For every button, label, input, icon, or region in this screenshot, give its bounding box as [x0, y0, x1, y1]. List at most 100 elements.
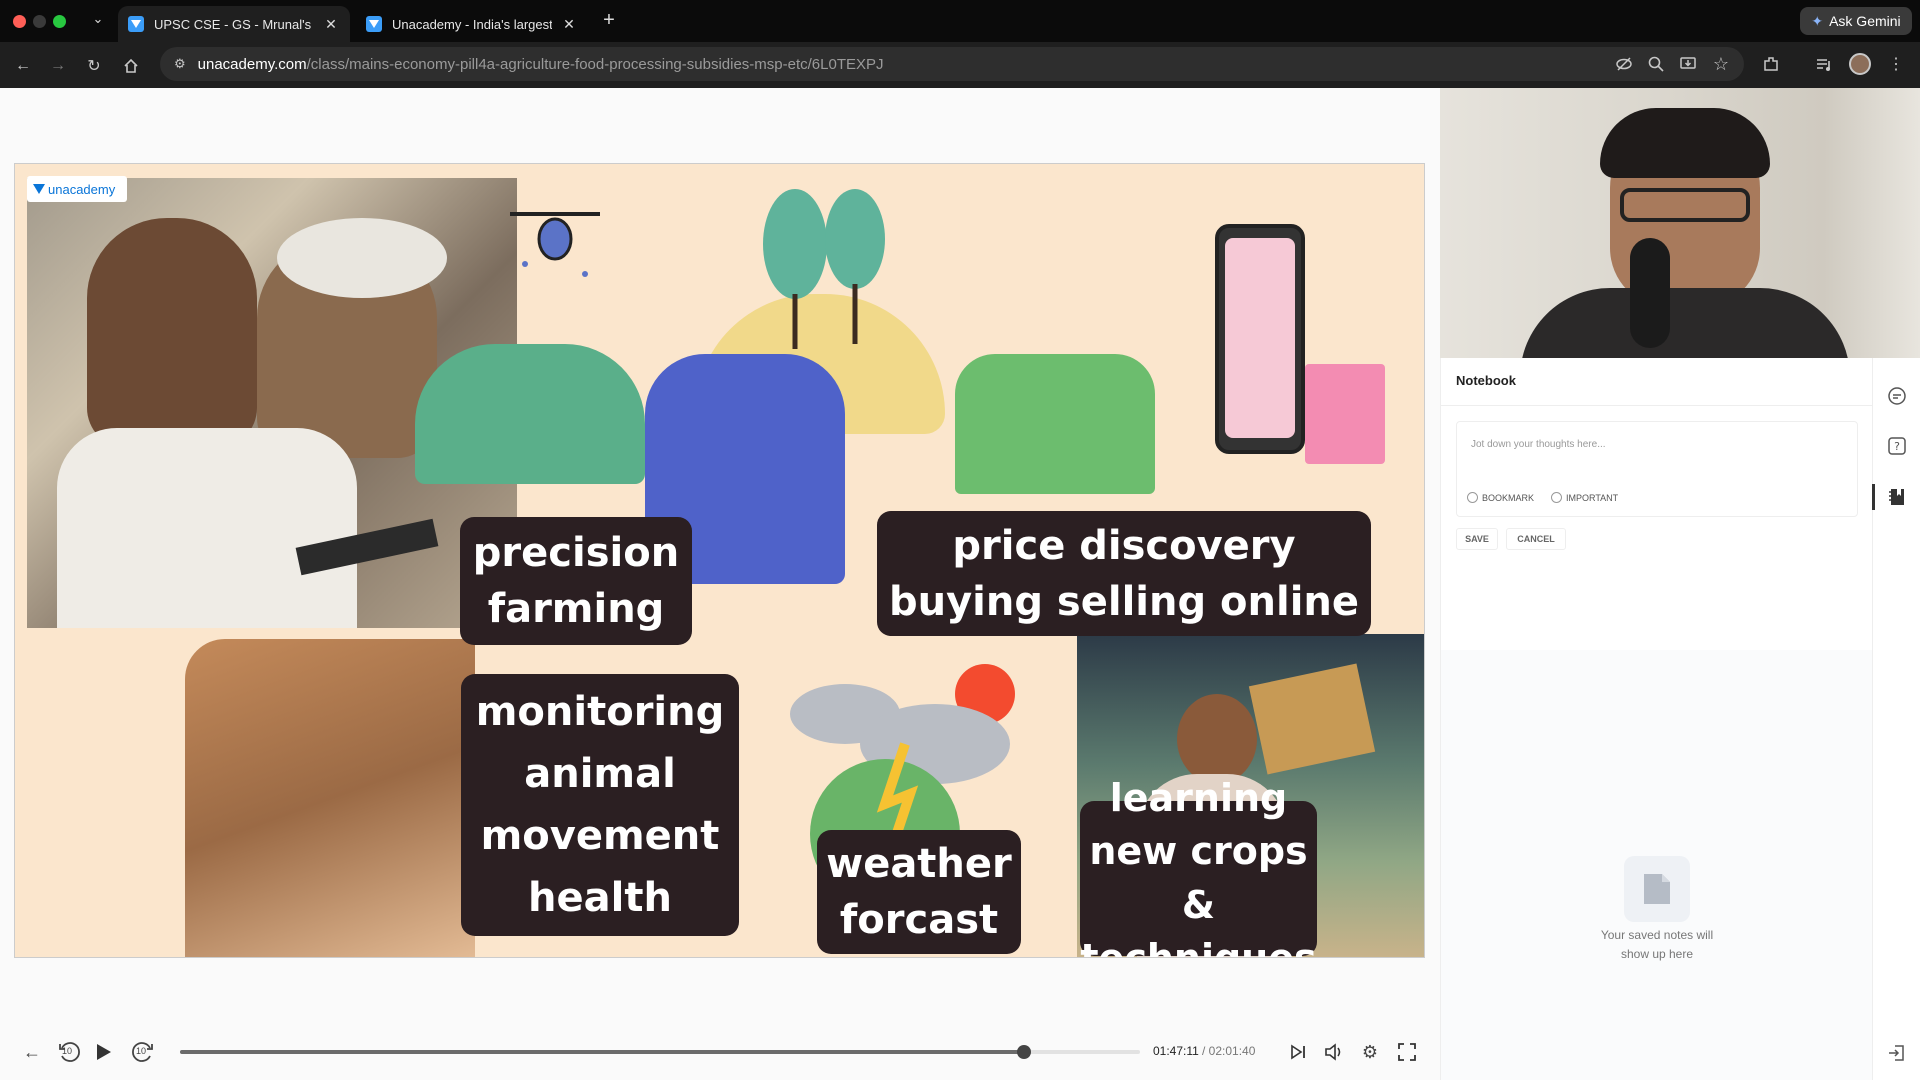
label-line: weather [826, 841, 1012, 887]
label-line: forcast [839, 897, 999, 943]
url-path: /class/mains-economy-pill4a-agriculture-… [306, 55, 884, 73]
progress-thumb[interactable] [1016, 1045, 1031, 1059]
progress-fill [180, 1050, 1024, 1054]
url-host: unacademy.com [197, 55, 307, 73]
note-editor: Jot down your thoughts here... BOOKMARK … [1456, 421, 1858, 517]
empty-notes-text: Your saved notes will show up here [1441, 926, 1873, 964]
tab-unacademy[interactable]: Unacademy - India's largest l ✕ [356, 6, 588, 42]
video-player[interactable]: unacademy precision farming price discov… [0, 88, 1440, 1080]
exit-icon[interactable] [1887, 1043, 1909, 1065]
bookmark-option[interactable]: BOOKMARK [1467, 492, 1534, 503]
label-line: monitoring [475, 689, 725, 735]
chat-icon[interactable] [1886, 385, 1908, 407]
label-learning-crops: learning new crops & techniques [1080, 776, 1317, 958]
profile-avatar[interactable] [1848, 52, 1872, 76]
cancel-button[interactable]: CANCEL [1506, 528, 1566, 550]
new-tab-icon[interactable]: + [598, 10, 620, 32]
progress-track[interactable] [180, 1045, 1140, 1059]
label-line: movement [480, 813, 720, 859]
extensions-icon[interactable] [1759, 52, 1783, 76]
forward-icon[interactable]: → [44, 52, 72, 80]
trees-illustration [760, 184, 890, 359]
side-rail: ? [1872, 358, 1920, 1080]
photo-cows [185, 639, 475, 957]
tab-title: UPSC CSE - GS - Mrunal's Ec [154, 16, 314, 32]
label-line: new crops & [1089, 829, 1308, 927]
label-monitoring-animal: monitoring animal movement health [461, 674, 739, 936]
shopping-bags-illustration [1305, 364, 1385, 464]
empty-line: show up here [1620, 947, 1694, 962]
label-line: farming [487, 586, 665, 632]
notebook-icon[interactable] [1886, 486, 1908, 508]
empty-notes-icon [1624, 856, 1690, 922]
label-line: health [528, 875, 672, 921]
current-time: 01:47:11 [1153, 1044, 1199, 1058]
unacademy-favicon-icon [128, 16, 144, 32]
minimize-window-button[interactable] [33, 15, 46, 28]
phone-cart-illustration [1215, 224, 1305, 454]
label-line: precision [472, 530, 680, 576]
important-label: IMPORTANT [1566, 492, 1619, 503]
close-tab-icon[interactable]: ✕ [322, 15, 340, 33]
label-price-discovery: price discovery buying selling online [877, 511, 1371, 636]
tab-upsc[interactable]: UPSC CSE - GS - Mrunal's Ec ✕ [118, 6, 350, 42]
label-line: price discovery [952, 522, 1296, 569]
label-line: learning [1109, 776, 1288, 821]
label-line: animal [524, 751, 676, 797]
label-line: techniques [1080, 935, 1317, 958]
drone-icon [505, 204, 605, 299]
eye-off-icon[interactable] [1612, 52, 1636, 76]
next-icon[interactable] [1286, 1040, 1310, 1064]
forward-10-button[interactable]: 10 [126, 1036, 158, 1068]
tab-strip: ⌄ UPSC CSE - GS - Mrunal's Ec ✕ Unacadem… [0, 0, 1920, 42]
forward-seconds: 10 [136, 1046, 147, 1056]
label-precision-farming: precision farming [460, 517, 692, 645]
instructor-webcam [1440, 88, 1920, 358]
empty-line: Your saved notes will [1600, 928, 1714, 942]
play-button[interactable] [90, 1036, 118, 1068]
rewind-seconds: 10 [62, 1046, 73, 1056]
address-bar[interactable]: ⚙ unacademy.com/class/mains-economy-pill… [160, 47, 1744, 81]
unacademy-favicon-icon [366, 16, 382, 32]
notebook-panel: Notebook Jot down your thoughts here... … [1440, 358, 1873, 1080]
unacademy-logo: unacademy [27, 176, 127, 202]
label-weather-forcast: weather forcast [817, 830, 1021, 954]
note-input[interactable]: Jot down your thoughts here... [1471, 439, 1841, 450]
home-icon[interactable] [117, 52, 145, 80]
ask-gemini-label: Ask Gemini [1829, 13, 1901, 29]
lecture-slide: unacademy precision farming price discov… [14, 163, 1425, 958]
doubts-icon[interactable]: ? [1886, 435, 1908, 457]
ask-gemini-button[interactable]: ✦ Ask Gemini [1800, 7, 1912, 35]
reload-icon[interactable]: ↻ [80, 52, 108, 80]
bookmark-radio[interactable] [1467, 492, 1478, 503]
more-menu-icon[interactable]: ⋮ [1884, 52, 1908, 76]
install-app-icon[interactable] [1676, 52, 1700, 76]
zoom-window-button[interactable] [53, 15, 66, 28]
settings-gear-icon[interactable]: ⚙ [1358, 1040, 1382, 1064]
exit-back-icon[interactable]: ← [20, 1040, 44, 1064]
notebook-active-indicator [1872, 484, 1875, 510]
gemini-sparkle-icon: ✦ [1811, 12, 1824, 29]
important-radio[interactable] [1551, 492, 1562, 503]
save-button[interactable]: SAVE [1456, 528, 1498, 550]
bookmark-star-icon[interactable]: ☆ [1709, 52, 1733, 76]
total-time: / 02:01:40 [1202, 1044, 1256, 1058]
tab-search-icon[interactable]: ⌄ [88, 11, 108, 31]
label-line: buying selling online [888, 578, 1360, 625]
zoom-icon[interactable] [1644, 52, 1668, 76]
close-window-button[interactable] [13, 15, 26, 28]
plants-illustration [415, 344, 645, 484]
page-content: unacademy precision farming price discov… [0, 88, 1920, 1080]
volume-icon[interactable] [1322, 1040, 1346, 1064]
player-controls: ← 10 10 01:47:11 / 02:01:40 ⚙ [0, 1028, 1440, 1080]
back-icon[interactable]: ← [9, 52, 37, 80]
media-control-icon[interactable] [1812, 52, 1836, 76]
fullscreen-icon[interactable] [1395, 1040, 1419, 1064]
rewind-10-button[interactable]: 10 [54, 1036, 86, 1068]
svg-text:?: ? [1894, 440, 1900, 453]
handshake-illustration [955, 354, 1155, 494]
site-info-icon[interactable]: ⚙ [174, 56, 186, 72]
close-tab-icon[interactable]: ✕ [560, 15, 578, 33]
important-option[interactable]: IMPORTANT [1551, 492, 1618, 503]
notebook-title: Notebook [1456, 373, 1516, 388]
